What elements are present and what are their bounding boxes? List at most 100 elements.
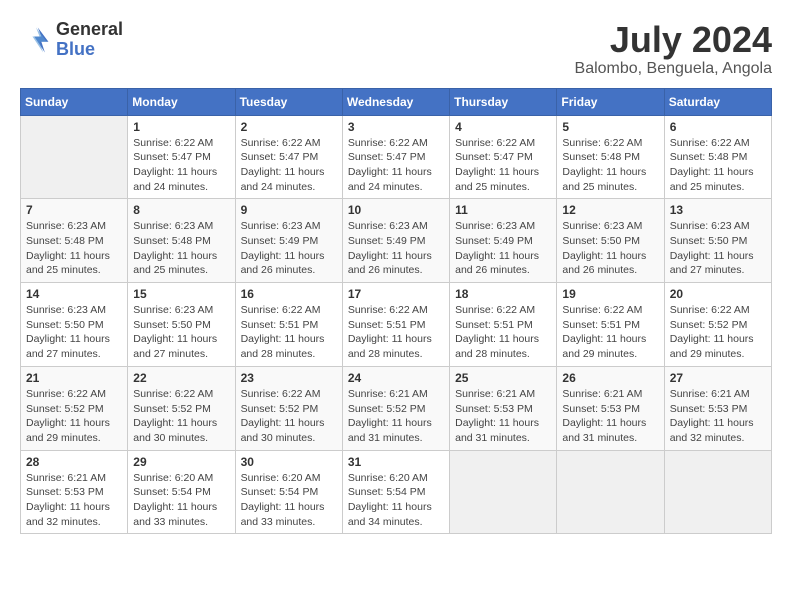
day-number: 7 (26, 203, 122, 217)
calendar-cell: 26 Sunrise: 6:21 AM Sunset: 5:53 PM Dayli… (557, 366, 664, 450)
day-info: Sunrise: 6:22 AM Sunset: 5:47 PM Dayligh… (133, 136, 229, 195)
day-info: Sunrise: 6:22 AM Sunset: 5:52 PM Dayligh… (670, 303, 766, 362)
calendar-week-row: 1 Sunrise: 6:22 AM Sunset: 5:47 PM Daylig… (21, 115, 772, 199)
calendar-cell: 5 Sunrise: 6:22 AM Sunset: 5:48 PM Daylig… (557, 115, 664, 199)
day-info: Sunrise: 6:23 AM Sunset: 5:49 PM Dayligh… (455, 219, 551, 278)
page-header: General Blue July 2024 Balombo, Benguela… (20, 20, 772, 78)
day-number: 5 (562, 120, 658, 134)
calendar-cell: 3Sunrise: 6:22 AM Sunset: 5:47 PM Daylig… (342, 115, 449, 199)
calendar-cell: 14Sunrise: 6:23 AM Sunset: 5:50 PM Dayli… (21, 283, 128, 367)
day-number: 26 (562, 371, 658, 385)
calendar-cell: 30 Sunrise: 6:20 AM Sunset: 5:54 PM Dayli… (235, 450, 342, 534)
day-number: 29 (133, 455, 229, 469)
day-number: 23 (241, 371, 337, 385)
calendar-cell: 17 Sunrise: 6:22 AM Sunset: 5:51 PM Dayli… (342, 283, 449, 367)
day-info: Sunrise: 6:21 AM Sunset: 5:53 PM Dayligh… (26, 471, 122, 530)
calendar-cell: 28 Sunrise: 6:21 AM Sunset: 5:53 PM Dayli… (21, 450, 128, 534)
day-info: Sunrise: 6:20 AM Sunset: 5:54 PM Dayligh… (241, 471, 337, 530)
day-info: Sunrise: 6:22 AM Sunset: 5:51 PM Dayligh… (562, 303, 658, 362)
calendar-cell: 21 Sunrise: 6:22 AM Sunset: 5:52 PM Dayli… (21, 366, 128, 450)
calendar-cell (664, 450, 771, 534)
day-info: Sunrise: 6:21 AM Sunset: 5:53 PM Dayligh… (670, 387, 766, 446)
day-number: 21 (26, 371, 122, 385)
calendar-cell: 4 Sunrise: 6:22 AM Sunset: 5:47 PM Daylig… (450, 115, 557, 199)
day-number: 24 (348, 371, 444, 385)
calendar-cell: 31Sunrise: 6:20 AM Sunset: 5:54 PM Dayli… (342, 450, 449, 534)
logo-text: General Blue (56, 20, 123, 60)
calendar-header-row: SundayMondayTuesdayWednesdayThursdayFrid… (21, 88, 772, 115)
calendar-week-row: 7 Sunrise: 6:23 AM Sunset: 5:48 PM Daylig… (21, 199, 772, 283)
day-info: Sunrise: 6:20 AM Sunset: 5:54 PM Dayligh… (133, 471, 229, 530)
day-info: Sunrise: 6:23 AM Sunset: 5:50 PM Dayligh… (562, 219, 658, 278)
calendar-cell (21, 115, 128, 199)
calendar-cell (450, 450, 557, 534)
day-number: 18 (455, 287, 551, 301)
day-info: Sunrise: 6:23 AM Sunset: 5:48 PM Dayligh… (26, 219, 122, 278)
day-info: Sunrise: 6:22 AM Sunset: 5:52 PM Dayligh… (241, 387, 337, 446)
calendar-cell: 16Sunrise: 6:22 AM Sunset: 5:51 PM Dayli… (235, 283, 342, 367)
day-info: Sunrise: 6:23 AM Sunset: 5:50 PM Dayligh… (670, 219, 766, 278)
day-number: 9 (241, 203, 337, 217)
calendar-cell: 1 Sunrise: 6:22 AM Sunset: 5:47 PM Daylig… (128, 115, 235, 199)
day-info: Sunrise: 6:23 AM Sunset: 5:49 PM Dayligh… (348, 219, 444, 278)
calendar-cell: 29 Sunrise: 6:20 AM Sunset: 5:54 PM Dayli… (128, 450, 235, 534)
calendar-cell: 9Sunrise: 6:23 AM Sunset: 5:49 PM Daylig… (235, 199, 342, 283)
day-info: Sunrise: 6:22 AM Sunset: 5:48 PM Dayligh… (562, 136, 658, 195)
calendar-cell: 11 Sunrise: 6:23 AM Sunset: 5:49 PM Dayli… (450, 199, 557, 283)
calendar-table: SundayMondayTuesdayWednesdayThursdayFrid… (20, 88, 772, 535)
calendar-week-row: 21 Sunrise: 6:22 AM Sunset: 5:52 PM Dayli… (21, 366, 772, 450)
day-info: Sunrise: 6:22 AM Sunset: 5:48 PM Dayligh… (670, 136, 766, 195)
calendar-cell: 2Sunrise: 6:22 AM Sunset: 5:47 PM Daylig… (235, 115, 342, 199)
day-info: Sunrise: 6:22 AM Sunset: 5:47 PM Dayligh… (241, 136, 337, 195)
weekday-header: Thursday (450, 88, 557, 115)
weekday-header: Friday (557, 88, 664, 115)
day-number: 10 (348, 203, 444, 217)
calendar-cell: 18 Sunrise: 6:22 AM Sunset: 5:51 PM Dayli… (450, 283, 557, 367)
day-number: 12 (562, 203, 658, 217)
day-info: Sunrise: 6:23 AM Sunset: 5:50 PM Dayligh… (133, 303, 229, 362)
day-info: Sunrise: 6:20 AM Sunset: 5:54 PM Dayligh… (348, 471, 444, 530)
weekday-header: Tuesday (235, 88, 342, 115)
day-info: Sunrise: 6:22 AM Sunset: 5:51 PM Dayligh… (455, 303, 551, 362)
day-number: 17 (348, 287, 444, 301)
logo: General Blue (20, 20, 123, 60)
calendar-cell: 27 Sunrise: 6:21 AM Sunset: 5:53 PM Dayli… (664, 366, 771, 450)
calendar-cell: 15 Sunrise: 6:23 AM Sunset: 5:50 PM Dayli… (128, 283, 235, 367)
title-block: July 2024 Balombo, Benguela, Angola (575, 20, 772, 78)
day-info: Sunrise: 6:22 AM Sunset: 5:52 PM Dayligh… (133, 387, 229, 446)
day-number: 3 (348, 120, 444, 134)
weekday-header: Monday (128, 88, 235, 115)
day-number: 4 (455, 120, 551, 134)
day-info: Sunrise: 6:22 AM Sunset: 5:51 PM Dayligh… (348, 303, 444, 362)
day-number: 28 (26, 455, 122, 469)
day-info: Sunrise: 6:23 AM Sunset: 5:48 PM Dayligh… (133, 219, 229, 278)
day-number: 11 (455, 203, 551, 217)
day-number: 27 (670, 371, 766, 385)
calendar-week-row: 14Sunrise: 6:23 AM Sunset: 5:50 PM Dayli… (21, 283, 772, 367)
day-number: 30 (241, 455, 337, 469)
day-info: Sunrise: 6:21 AM Sunset: 5:52 PM Dayligh… (348, 387, 444, 446)
day-number: 13 (670, 203, 766, 217)
calendar-cell: 10 Sunrise: 6:23 AM Sunset: 5:49 PM Dayli… (342, 199, 449, 283)
day-info: Sunrise: 6:21 AM Sunset: 5:53 PM Dayligh… (562, 387, 658, 446)
day-number: 15 (133, 287, 229, 301)
calendar-cell: 23 Sunrise: 6:22 AM Sunset: 5:52 PM Dayli… (235, 366, 342, 450)
day-number: 6 (670, 120, 766, 134)
location-title: Balombo, Benguela, Angola (575, 60, 772, 78)
day-info: Sunrise: 6:22 AM Sunset: 5:47 PM Dayligh… (455, 136, 551, 195)
calendar-cell: 20Sunrise: 6:22 AM Sunset: 5:52 PM Dayli… (664, 283, 771, 367)
day-number: 25 (455, 371, 551, 385)
day-info: Sunrise: 6:21 AM Sunset: 5:53 PM Dayligh… (455, 387, 551, 446)
weekday-header: Wednesday (342, 88, 449, 115)
day-number: 1 (133, 120, 229, 134)
logo-icon (20, 24, 52, 56)
day-info: Sunrise: 6:22 AM Sunset: 5:52 PM Dayligh… (26, 387, 122, 446)
calendar-cell (557, 450, 664, 534)
weekday-header: Sunday (21, 88, 128, 115)
calendar-week-row: 28 Sunrise: 6:21 AM Sunset: 5:53 PM Dayli… (21, 450, 772, 534)
calendar-cell: 8 Sunrise: 6:23 AM Sunset: 5:48 PM Daylig… (128, 199, 235, 283)
month-title: July 2024 (575, 20, 772, 60)
day-number: 8 (133, 203, 229, 217)
day-info: Sunrise: 6:23 AM Sunset: 5:50 PM Dayligh… (26, 303, 122, 362)
day-number: 16 (241, 287, 337, 301)
